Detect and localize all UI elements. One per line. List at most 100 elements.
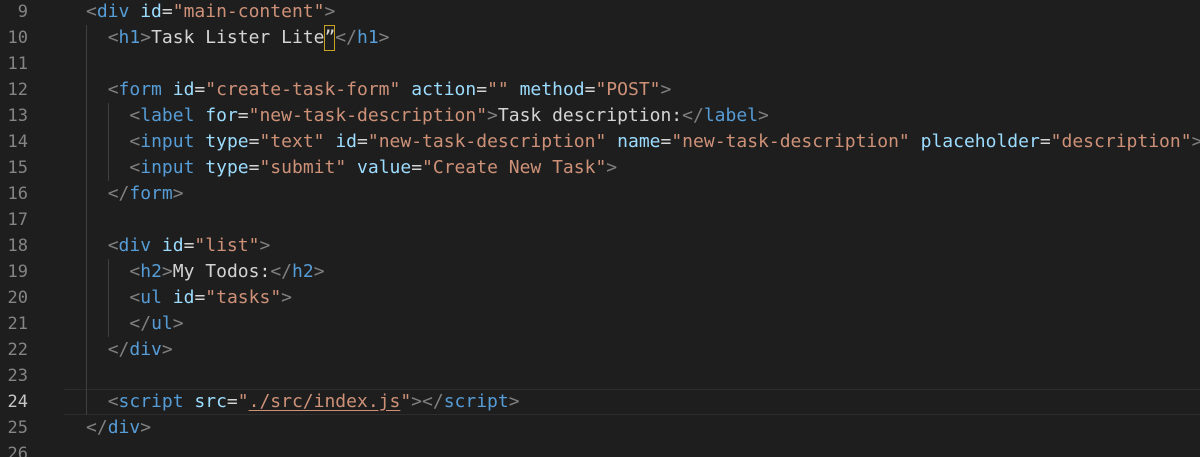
code-token: > — [259, 235, 271, 256]
code-token: = — [237, 105, 249, 126]
code-text: </div> — [86, 415, 151, 441]
code-token: value — [357, 157, 412, 178]
code-line[interactable]: 12 <form id="create-task-form" action="" … — [0, 77, 1200, 103]
code-token: h2 — [140, 261, 162, 282]
code-line[interactable]: 22 </div> — [0, 337, 1200, 363]
code-token: < — [129, 105, 141, 126]
code-token: h1 — [356, 27, 379, 48]
code-token: < — [129, 287, 141, 308]
line-number: 26 — [7, 444, 28, 457]
code-line[interactable]: 24 <script src="./src/index.js"></script> — [0, 389, 1200, 415]
code-token: "submit" — [259, 157, 347, 178]
code-token: type — [205, 157, 249, 178]
code-text: </ul> — [129, 311, 183, 337]
code-line[interactable]: 9 <div id="main-content"> — [0, 0, 1200, 25]
code-token: > — [660, 79, 672, 100]
code-token: > — [161, 339, 173, 360]
code-token: < — [129, 157, 141, 178]
code-token: < — [107, 391, 119, 412]
code-token: placeholder — [920, 131, 1040, 152]
code-token: "new-task-description" — [248, 105, 488, 126]
code-token: < — [107, 79, 119, 100]
code-token: script — [443, 391, 509, 412]
code-token: < — [129, 131, 141, 152]
code-token: = — [194, 79, 206, 100]
indent-guide — [108, 259, 109, 337]
code-line[interactable]: 13 <label for="new-task-description">Task… — [0, 103, 1200, 129]
code-token: </ — [129, 313, 152, 334]
code-token: ></ — [411, 391, 444, 412]
code-line[interactable]: 14 <input type="text" id="new-task-descri… — [0, 129, 1200, 155]
code-text: <div id="main-content"> — [86, 0, 335, 25]
code-token: "new-task-description" — [367, 131, 607, 152]
code-token: div — [118, 235, 152, 256]
code-token: > — [313, 261, 325, 282]
code-token: = — [226, 391, 238, 412]
code-token: < — [107, 27, 119, 48]
code-token: for — [205, 105, 238, 126]
line-number: 14 — [7, 132, 28, 152]
code-line[interactable]: 23 — [0, 363, 1200, 389]
code-token: = — [357, 131, 368, 152]
code-line[interactable]: 21 </ul> — [0, 311, 1200, 337]
code-token: id — [140, 1, 162, 22]
code-token: > — [606, 157, 618, 178]
code-token: "new-task-description" — [671, 131, 910, 152]
code-token: > — [281, 287, 292, 308]
code-line[interactable]: 20 <ul id="tasks"> — [0, 285, 1200, 311]
code-token: input — [140, 131, 195, 152]
code-token: ul — [151, 313, 173, 334]
code-line[interactable]: 19 <h2>My Todos:</h2> — [0, 259, 1200, 285]
code-text: <input type="text" id="new-task-descript… — [129, 129, 1200, 155]
bracket-match-highlight: ” — [324, 25, 336, 51]
code-token: form — [118, 79, 162, 100]
code-token: > — [508, 391, 520, 412]
code-token: " — [400, 391, 412, 412]
code-editor[interactable]: 9 <div id="main-content"> 10 <h1>Task Liste… — [0, 0, 1200, 457]
code-token: My Todos: — [172, 261, 271, 282]
line-number: 20 — [7, 288, 28, 308]
code-line[interactable]: 16 </form> — [0, 181, 1200, 207]
code-token: "list" — [194, 235, 260, 256]
code-token: = — [476, 79, 488, 100]
code-token: > — [1191, 131, 1200, 152]
code-line[interactable]: 18 <div id="list"> — [0, 233, 1200, 259]
code-token: "tasks" — [205, 287, 282, 308]
code-token: < — [107, 235, 119, 256]
code-text: <h1>Task Lister Lite”</h1> — [108, 25, 390, 51]
code-token: = — [1039, 131, 1051, 152]
code-token: </ — [335, 27, 357, 48]
code-text: </form> — [108, 181, 184, 207]
code-line[interactable]: 10 <h1>Task Lister Lite”</h1> — [0, 25, 1200, 51]
code-text: <script src="./src/index.js"></script> — [108, 389, 520, 415]
code-text: <label for="new-task-description">Task d… — [129, 103, 768, 129]
code-line[interactable]: 15 <input type="submit" value="Create New… — [0, 155, 1200, 181]
code-token: > — [172, 313, 184, 334]
code-token: "" — [487, 79, 509, 100]
code-token: div — [107, 417, 141, 438]
line-number: 9 — [17, 2, 28, 22]
line-number: 24 — [7, 392, 28, 412]
code-token: "Create New Task" — [422, 157, 607, 178]
code-line[interactable]: 26 — [0, 441, 1200, 457]
code-token: div — [129, 339, 162, 360]
code-line[interactable]: 11 — [0, 51, 1200, 77]
code-line[interactable]: 17 — [0, 207, 1200, 233]
code-token: form — [129, 183, 173, 204]
code-token: id — [172, 287, 195, 308]
code-line[interactable]: 25 </div> — [0, 415, 1200, 441]
code-token: "text" — [259, 131, 325, 152]
code-token: "POST" — [595, 79, 661, 100]
code-text: <ul id="tasks"> — [129, 285, 292, 311]
code-token: = — [248, 157, 260, 178]
line-number: 15 — [7, 158, 28, 178]
code-token: h1 — [118, 27, 141, 48]
